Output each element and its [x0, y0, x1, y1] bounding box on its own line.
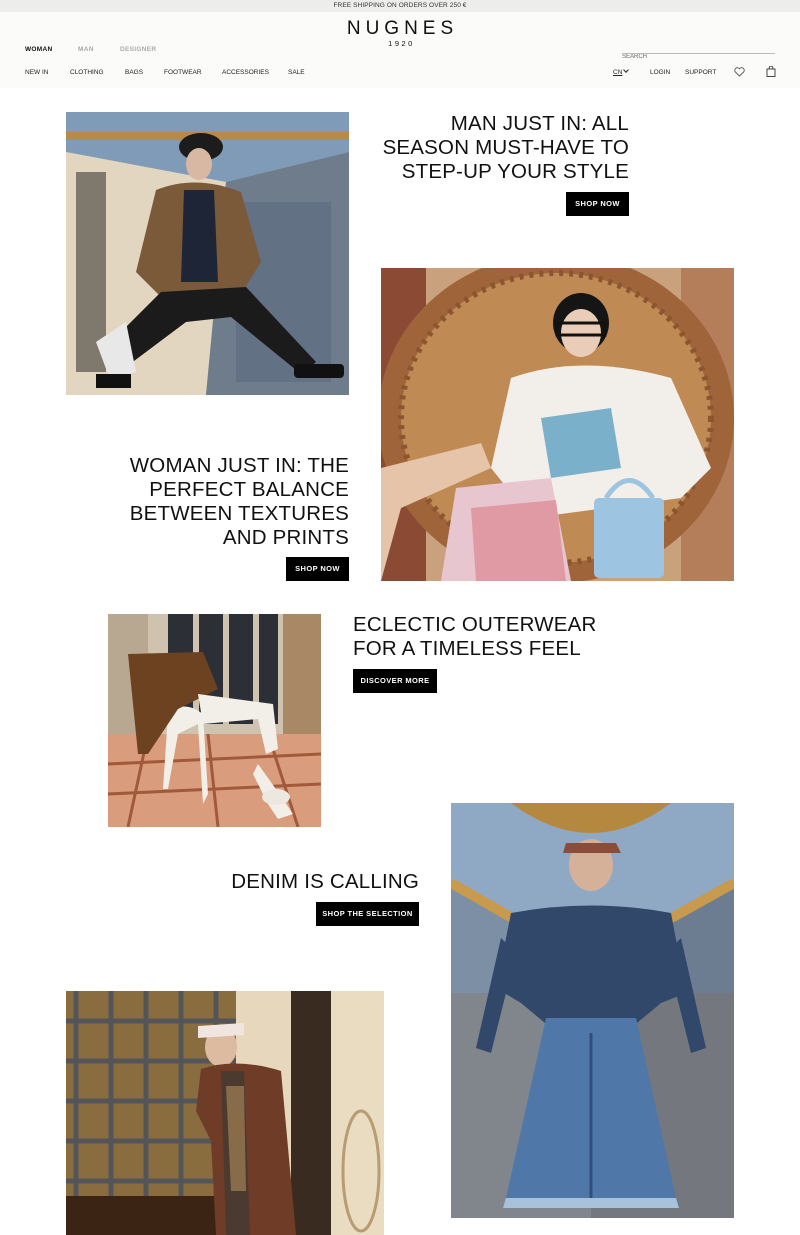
nav-accessories[interactable]: ACCESSORIES [222, 69, 269, 77]
man-headline-line: MAN JUST IN: ALL [450, 112, 629, 135]
nav-designer[interactable]: DESIGNER [120, 46, 156, 53]
outerwear-headline-line: FOR A TIMELESS FEEL [353, 637, 581, 660]
nav-man[interactable]: MAN [78, 46, 94, 53]
woman-headline-line: WOMAN JUST IN: THE [129, 454, 349, 477]
outerwear-headline-line: ECLECTIC OUTERWEAR [353, 613, 597, 636]
search-input[interactable] [622, 53, 775, 61]
shopping-bag-icon[interactable] [766, 66, 776, 77]
language-code: CN [613, 69, 623, 76]
heart-icon[interactable] [734, 67, 745, 77]
nav-new-in[interactable]: NEW IN [25, 69, 48, 77]
nav-bags[interactable]: BAGS [125, 69, 143, 77]
outerwear-image[interactable] [108, 614, 321, 827]
man-headline: MAN JUST IN: ALL SEASON MUST-HAVE TO STE… [370, 112, 629, 184]
man-headline-line: STEP-UP YOUR STYLE [401, 160, 629, 183]
search-field[interactable] [622, 45, 775, 61]
nav-footwear[interactable]: FOOTWEAR [164, 69, 202, 77]
nav-sale[interactable]: SALE [288, 69, 305, 77]
login-link[interactable]: LOGIN [650, 69, 670, 77]
woman-headline: WOMAN JUST IN: THE PERFECT BALANCE BETWE… [100, 454, 349, 550]
denim-headline: DENIM IS CALLING [160, 870, 419, 894]
brand-logo[interactable]: NUGNES 1920 [0, 18, 800, 49]
site-header: NUGNES 1920 WOMAN MAN DESIGNER NEW IN CL… [0, 12, 800, 88]
nav-clothing[interactable]: CLOTHING [70, 69, 104, 77]
outerwear-headline: ECLECTIC OUTERWEAR FOR A TIMELESS FEEL [353, 613, 653, 661]
menswear-tailoring-image[interactable] [66, 991, 384, 1235]
discover-more-button[interactable]: DISCOVER MORE [353, 669, 437, 693]
woman-headline-line: PERFECT BALANCE [149, 478, 349, 501]
shop-the-selection-button[interactable]: SHOP THE SELECTION [316, 902, 419, 926]
support-link[interactable]: SUPPORT [685, 69, 716, 77]
denim-headline-line: DENIM IS CALLING [231, 870, 419, 893]
nav-woman[interactable]: WOMAN [25, 46, 53, 53]
woman-headline-line: AND PRINTS [222, 526, 349, 549]
chevron-down-icon [623, 67, 630, 73]
woman-collection-image[interactable] [381, 268, 734, 581]
denim-image[interactable] [451, 803, 734, 1218]
category-nav: NEW IN CLOTHING BAGS FOOTWEAR ACCESSORIE… [0, 69, 800, 79]
woman-headline-line: BETWEEN TEXTURES [129, 502, 349, 525]
language-selector[interactable]: CN [613, 67, 630, 77]
promo-bar: FREE SHIPPING ON ORDERS OVER 250 € [0, 0, 800, 12]
man-collection-image[interactable] [66, 112, 349, 395]
man-shop-now-button[interactable]: SHOP NOW [566, 192, 629, 216]
woman-shop-now-button[interactable]: SHOP NOW [286, 557, 349, 581]
man-headline-line: SEASON MUST-HAVE TO [382, 136, 629, 159]
logo-name: NUGNES [346, 18, 459, 39]
